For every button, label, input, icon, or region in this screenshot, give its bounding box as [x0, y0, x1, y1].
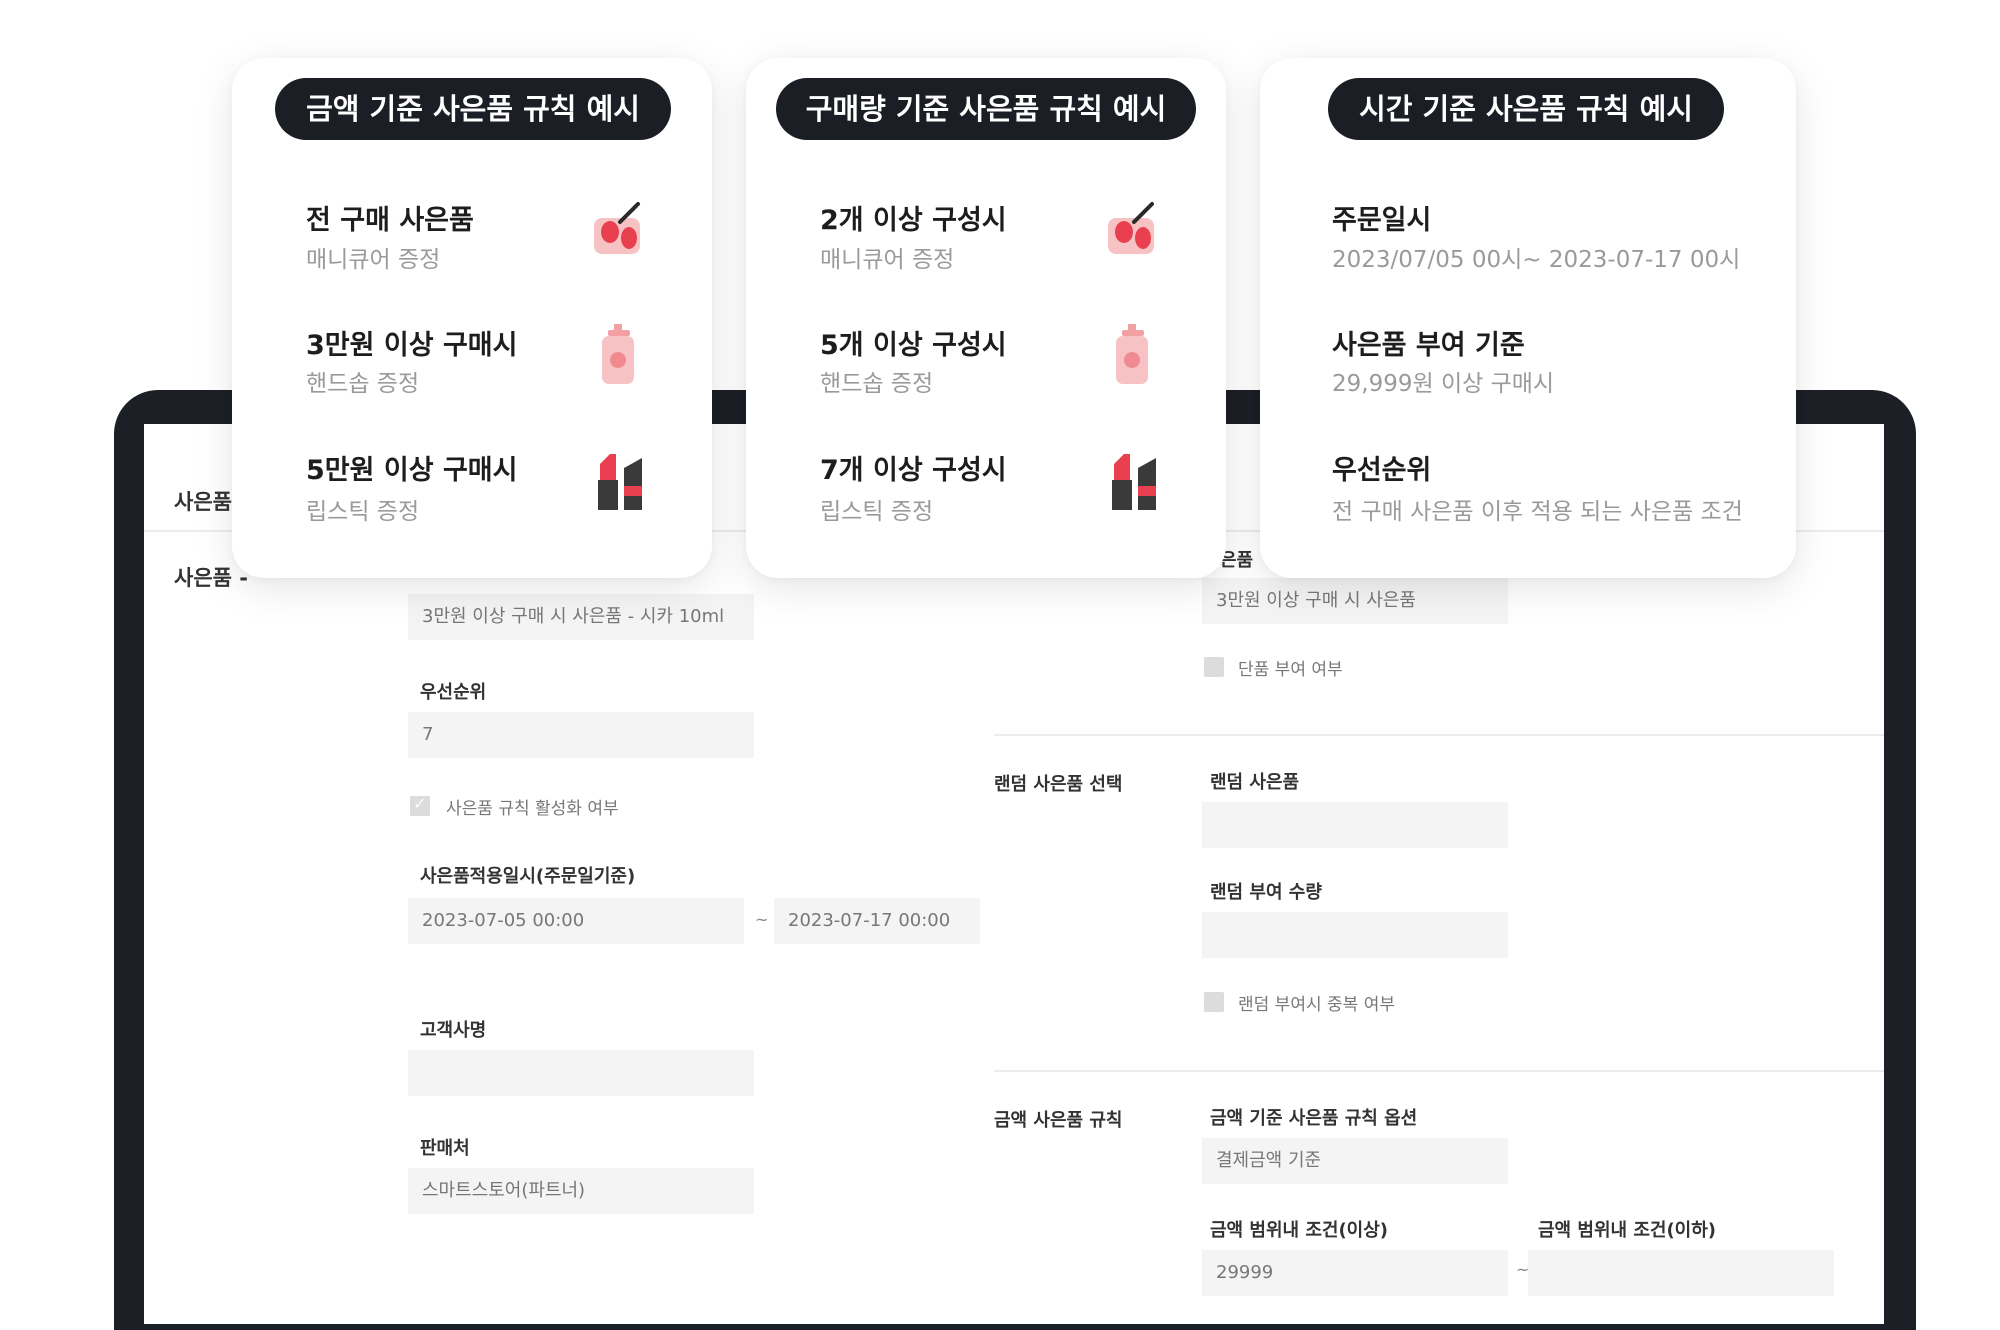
- card3-item1-title: 주문일시: [1332, 205, 1432, 236]
- random-qty-input[interactable]: [1202, 912, 1508, 958]
- random-qty-label: 랜덤 부여 수량: [1210, 882, 1322, 903]
- amount-section-label: 금액 사은품 규칙: [994, 1110, 1123, 1131]
- hand-soap-icon: [602, 324, 634, 384]
- active-checkbox[interactable]: [410, 794, 430, 816]
- date-from-input[interactable]: 2023-07-05 00:00: [408, 898, 744, 944]
- card1-item1-title: 전 구매 사은품: [306, 205, 474, 236]
- random-section-label: 랜덤 사은품 선택: [994, 774, 1123, 795]
- card1-item3-title: 5만원 이상 구매시: [306, 455, 518, 486]
- card1-item1-sub: 매니큐어 증정: [306, 247, 441, 273]
- amount-min-label: 금액 범위내 조건(이상): [1210, 1220, 1389, 1241]
- amount-max-input[interactable]: [1528, 1250, 1834, 1296]
- priority-input[interactable]: 7: [408, 712, 754, 758]
- card2-item1-sub: 매니큐어 증정: [820, 247, 955, 273]
- customer-input[interactable]: [408, 1050, 754, 1096]
- hand-soap-icon: [1116, 324, 1148, 384]
- customer-label: 고객사명: [420, 1020, 487, 1041]
- card3-item3-title: 우선순위: [1332, 455, 1432, 486]
- seller-label: 판매처: [420, 1138, 470, 1159]
- lipstick-icon: [598, 454, 642, 510]
- single-grant-label: 단품 부여 여부: [1238, 660, 1343, 680]
- amount-max-label: 금액 범위내 조건(이하): [1538, 1220, 1717, 1241]
- active-checkbox-label: 사은품 규칙 활성화 여부: [446, 799, 619, 819]
- random-gift-input[interactable]: [1202, 802, 1508, 848]
- random-dup-label: 랜덤 부여시 중복 여부: [1238, 995, 1395, 1015]
- amount-min-input[interactable]: 29999: [1202, 1250, 1508, 1296]
- card3-item2-title: 사은품 부여 기준: [1332, 330, 1525, 361]
- single-grant-checkbox[interactable]: [1204, 657, 1224, 677]
- card3-item1-sub: 2023/07/05 00시~ 2023-07-17 00시: [1332, 247, 1741, 273]
- side-label-gift-rule: 사은품 -: [174, 566, 248, 590]
- right-gift-input[interactable]: 3만원 이상 구매 시 사은품: [1202, 578, 1508, 624]
- pill-time-rule: 시간 기준 사은품 규칙 예시: [1328, 78, 1724, 140]
- nail-polish-icon: [1108, 202, 1154, 254]
- card2-item2-sub: 핸드솝 증정: [820, 371, 934, 397]
- date-separator: ~: [755, 910, 769, 929]
- apply-date-label: 사은품적용일시(주문일기준): [420, 866, 636, 887]
- divider-random: [994, 734, 1884, 736]
- amount-option-select[interactable]: 결제금액 기준: [1202, 1138, 1508, 1184]
- nail-polish-icon: [594, 202, 640, 254]
- random-gift-label: 랜덤 사은품: [1210, 772, 1300, 793]
- pill-amount-rule: 금액 기준 사은품 규칙 예시: [275, 78, 671, 140]
- card3-item2-sub: 29,999원 이상 구매시: [1332, 371, 1555, 397]
- card2-item3-title: 7개 이상 구성시: [820, 455, 1007, 486]
- card3-item3-sub: 전 구매 사은품 이후 적용 되는 사은품 조건: [1332, 499, 1743, 525]
- card1-item2-sub: 핸드솝 증정: [306, 371, 420, 397]
- card2-item2-title: 5개 이상 구성시: [820, 330, 1007, 361]
- pill-quantity-rule: 구매량 기준 사은품 규칙 예시: [776, 78, 1196, 140]
- seller-input[interactable]: 스마트스토어(파트너): [408, 1168, 754, 1214]
- card2-item3-sub: 립스틱 증정: [820, 499, 934, 525]
- card2-item1-title: 2개 이상 구성시: [820, 205, 1007, 236]
- random-dup-checkbox[interactable]: [1204, 992, 1224, 1012]
- priority-label: 우선순위: [420, 682, 487, 703]
- card1-item2-title: 3만원 이상 구매시: [306, 330, 518, 361]
- lipstick-icon: [1112, 454, 1156, 510]
- gift-name-input[interactable]: 3만원 이상 구매 시 사은품 - 시카 10ml: [408, 594, 754, 640]
- side-label-gift: 사은품: [174, 490, 232, 514]
- divider-amount: [994, 1070, 1884, 1072]
- date-to-input[interactable]: 2023-07-17 00:00: [774, 898, 980, 944]
- amount-option-label: 금액 기준 사은품 규칙 옵션: [1210, 1108, 1418, 1129]
- card1-item3-sub: 립스틱 증정: [306, 499, 420, 525]
